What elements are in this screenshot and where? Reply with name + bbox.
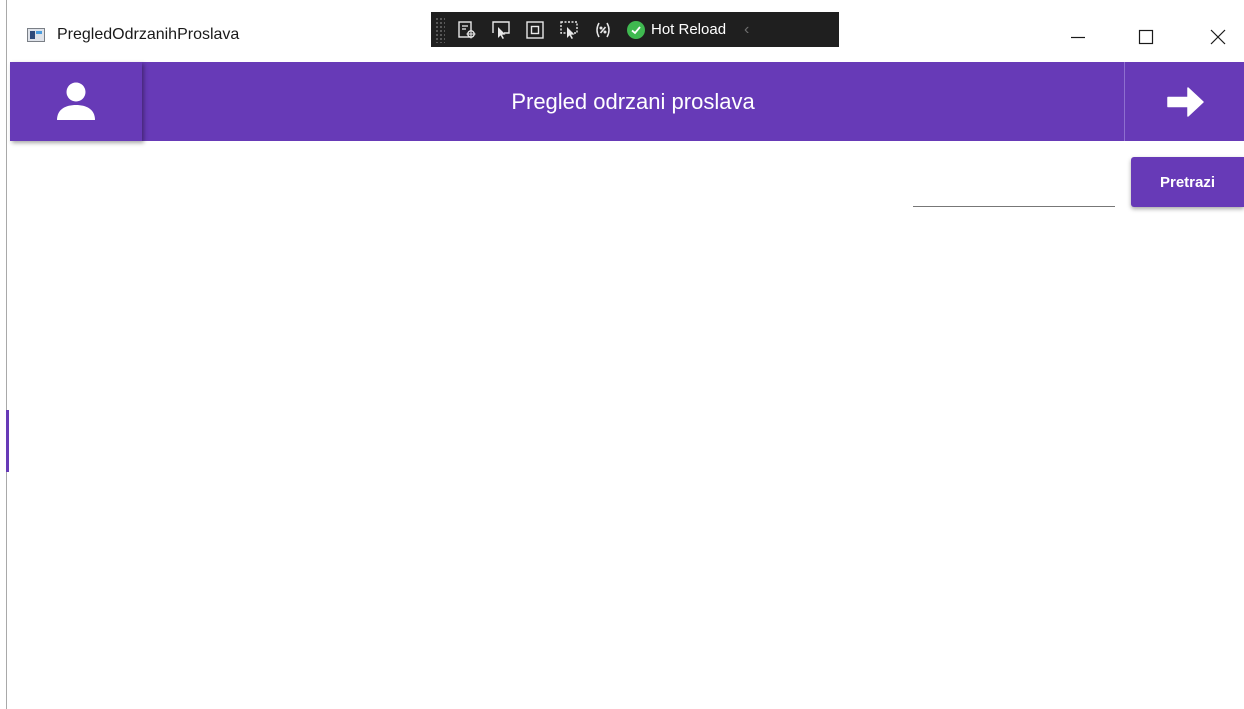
- app-window-icon: [27, 28, 45, 42]
- search-button[interactable]: Pretrazi: [1131, 157, 1244, 207]
- minimize-icon: [1071, 36, 1085, 39]
- debug-toolbar: Hot Reload ‹: [431, 12, 839, 47]
- live-visual-tree-button[interactable]: [455, 18, 479, 42]
- binding-failures-button[interactable]: [591, 18, 615, 42]
- window-title: PregledOdrzanihProslava: [57, 26, 240, 43]
- select-element-button[interactable]: [489, 18, 513, 42]
- next-button[interactable]: [1124, 62, 1244, 141]
- maximize-icon: [1138, 29, 1154, 45]
- window-left-border: [6, 0, 7, 709]
- search-input[interactable]: [913, 176, 1115, 207]
- check-circle-icon: [627, 20, 645, 39]
- hot-reload-label: Hot Reload: [651, 21, 727, 38]
- close-button[interactable]: [1190, 14, 1244, 60]
- user-button[interactable]: [10, 62, 142, 141]
- left-accent-bar: [6, 410, 9, 472]
- arrow-right-icon: [1166, 86, 1204, 117]
- binding-failures-icon: [596, 22, 610, 37]
- close-icon: [1210, 29, 1226, 45]
- track-focus-button[interactable]: [557, 18, 581, 42]
- app-header: Pregled odrzani proslava: [10, 62, 1244, 141]
- live-visual-tree-icon: [458, 20, 476, 38]
- chevron-left-icon[interactable]: ‹: [744, 21, 749, 39]
- display-layout-adorners-icon: [526, 20, 544, 39]
- page-title: Pregled odrzani proslava: [511, 88, 755, 114]
- minimize-button[interactable]: [1050, 14, 1106, 60]
- display-layout-adorners-button[interactable]: [523, 18, 547, 42]
- user-icon: [57, 82, 95, 120]
- maximize-button[interactable]: [1118, 14, 1174, 60]
- select-element-icon: [492, 20, 510, 39]
- hot-reload-button[interactable]: Hot Reload: [627, 17, 726, 43]
- track-focus-icon: [560, 20, 578, 39]
- toolbar-grip[interactable]: [435, 16, 445, 43]
